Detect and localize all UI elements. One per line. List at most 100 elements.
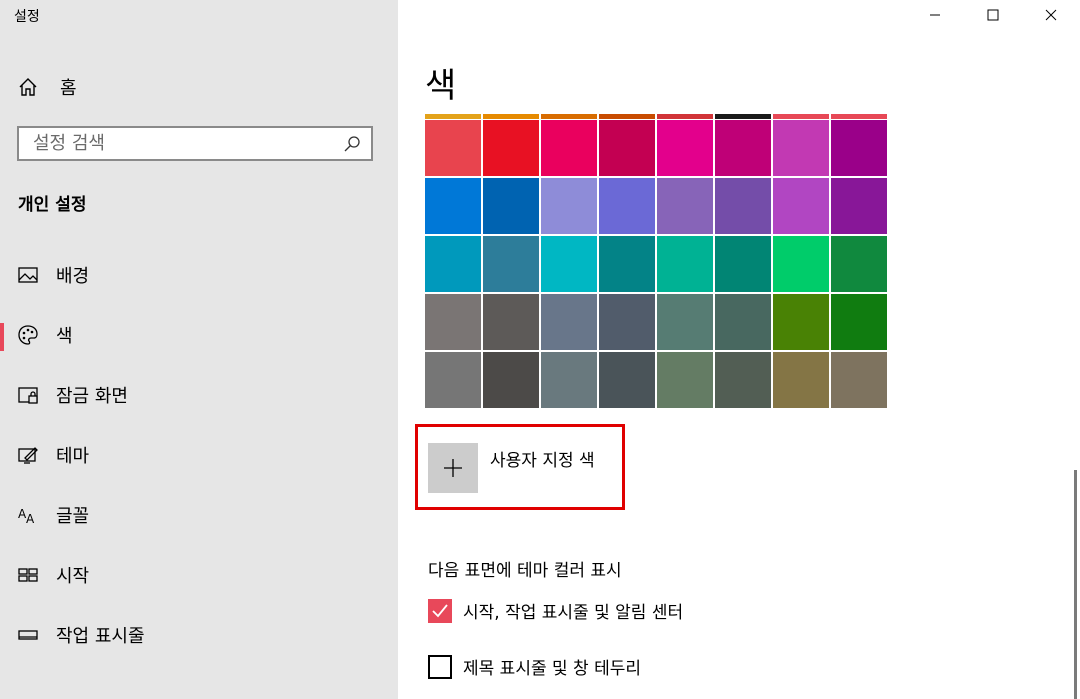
color-swatch[interactable] (773, 352, 829, 408)
color-swatch-partial[interactable] (483, 114, 539, 119)
color-swatch-partial[interactable] (657, 114, 713, 119)
sidebar-item-start[interactable]: 시작 (0, 545, 398, 605)
palette-icon (18, 325, 38, 345)
selection-indicator (0, 323, 4, 351)
accent-color-grid (425, 120, 890, 408)
sidebar-item-label: 배경 (56, 266, 90, 287)
sidebar-item-home-label: 홈 (60, 78, 77, 99)
color-swatch[interactable] (599, 120, 655, 176)
color-swatch[interactable] (657, 178, 713, 234)
color-swatch-partial[interactable] (425, 114, 481, 119)
color-swatch[interactable] (425, 178, 481, 234)
color-swatch[interactable] (831, 236, 887, 292)
search-input[interactable] (19, 132, 343, 155)
color-swatch[interactable] (773, 120, 829, 176)
sidebar: 설정 홈 개인 설정 배경 색 (0, 0, 398, 699)
color-swatch[interactable] (715, 236, 771, 292)
color-swatch[interactable] (541, 236, 597, 292)
color-swatch[interactable] (425, 236, 481, 292)
minimize-icon (930, 14, 940, 16)
color-swatch[interactable] (715, 120, 771, 176)
color-swatch[interactable] (657, 294, 713, 350)
sidebar-item-taskbar[interactable]: 작업 표시줄 (0, 605, 398, 665)
custom-color-label[interactable]: 사용자 지정 색 (490, 446, 595, 471)
color-swatch[interactable] (715, 178, 771, 234)
color-swatch-partial[interactable] (715, 114, 771, 119)
color-swatch[interactable] (425, 120, 481, 176)
color-swatch[interactable] (773, 178, 829, 234)
font-icon: A A (18, 507, 35, 526)
theme-color-heading: 다음 표면에 테마 컬러 표시 (428, 561, 622, 581)
taskbar-icon (18, 630, 38, 640)
color-swatch[interactable] (599, 294, 655, 350)
checkmark-icon (432, 603, 448, 617)
sidebar-item-label: 시작 (56, 566, 90, 587)
color-swatch[interactable] (831, 294, 887, 350)
color-swatch[interactable] (541, 352, 597, 408)
color-swatch[interactable] (831, 120, 887, 176)
search-icon[interactable] (343, 135, 361, 153)
section-title: 개인 설정 (18, 195, 87, 215)
color-swatch[interactable] (657, 236, 713, 292)
color-swatch[interactable] (831, 352, 887, 408)
color-swatch[interactable] (715, 352, 771, 408)
picture-icon (18, 267, 38, 283)
scrollbar[interactable] (1074, 470, 1077, 699)
color-swatch[interactable] (773, 294, 829, 350)
sidebar-item-theme[interactable]: 테마 (0, 425, 398, 485)
color-swatch[interactable] (831, 178, 887, 234)
maximize-icon (987, 9, 999, 21)
checkbox-start-taskbar-box[interactable] (428, 598, 452, 623)
sidebar-item-label: 색 (56, 326, 73, 347)
checkbox-start-taskbar[interactable]: 시작, 작업 표시줄 및 알림 센터 (428, 598, 683, 623)
color-swatch[interactable] (483, 120, 539, 176)
search-box[interactable] (17, 126, 373, 161)
color-swatch[interactable] (425, 294, 481, 350)
app-title: 설정 (14, 9, 40, 25)
sidebar-item-label: 작업 표시줄 (56, 626, 145, 647)
color-swatch[interactable] (483, 236, 539, 292)
sidebar-item-background[interactable]: 배경 (0, 245, 398, 305)
plus-icon (444, 459, 462, 477)
color-swatch[interactable] (483, 352, 539, 408)
color-swatch[interactable] (483, 294, 539, 350)
minimize-button[interactable] (906, 0, 964, 30)
sidebar-nav: 배경 색 잠금 화면 테마 A A 글꼴 시작 작업 표시줄 (0, 245, 398, 665)
color-swatch[interactable] (715, 294, 771, 350)
sidebar-item-home[interactable]: 홈 (18, 74, 77, 100)
theme-icon (18, 447, 38, 464)
checkbox-label: 시작, 작업 표시줄 및 알림 센터 (463, 603, 684, 623)
color-swatch-top-row-partial (425, 114, 890, 119)
color-swatch[interactable] (657, 352, 713, 408)
color-swatch[interactable] (541, 294, 597, 350)
maximize-button[interactable] (964, 0, 1022, 30)
color-swatch-partial[interactable] (773, 114, 829, 119)
color-swatch-partial[interactable] (541, 114, 597, 119)
sidebar-item-label: 글꼴 (56, 506, 90, 527)
color-swatch[interactable] (657, 120, 713, 176)
color-swatch-partial[interactable] (599, 114, 655, 119)
custom-color-button[interactable] (428, 443, 478, 493)
checkbox-titlebar-box[interactable] (428, 654, 452, 679)
color-swatch[interactable] (483, 178, 539, 234)
checkbox-label: 제목 표시줄 및 창 테두리 (463, 659, 642, 679)
page-title: 색 (425, 66, 457, 106)
color-swatch[interactable] (773, 236, 829, 292)
color-swatch[interactable] (599, 178, 655, 234)
color-swatch[interactable] (599, 236, 655, 292)
sidebar-item-font[interactable]: A A 글꼴 (0, 485, 398, 545)
checkbox-titlebar[interactable]: 제목 표시줄 및 창 테두리 (428, 654, 641, 679)
svg-text:A: A (26, 512, 35, 526)
sidebar-item-lock-screen[interactable]: 잠금 화면 (0, 365, 398, 425)
color-swatch-partial[interactable] (831, 114, 887, 119)
color-swatch[interactable] (425, 352, 481, 408)
lock-screen-icon (18, 387, 38, 404)
color-swatch[interactable] (541, 178, 597, 234)
close-button[interactable] (1022, 0, 1080, 30)
window-controls (906, 0, 1080, 30)
color-swatch[interactable] (541, 120, 597, 176)
color-swatch[interactable] (599, 352, 655, 408)
start-icon (18, 568, 38, 582)
close-icon (1045, 9, 1057, 21)
sidebar-item-color[interactable]: 색 (0, 305, 398, 365)
